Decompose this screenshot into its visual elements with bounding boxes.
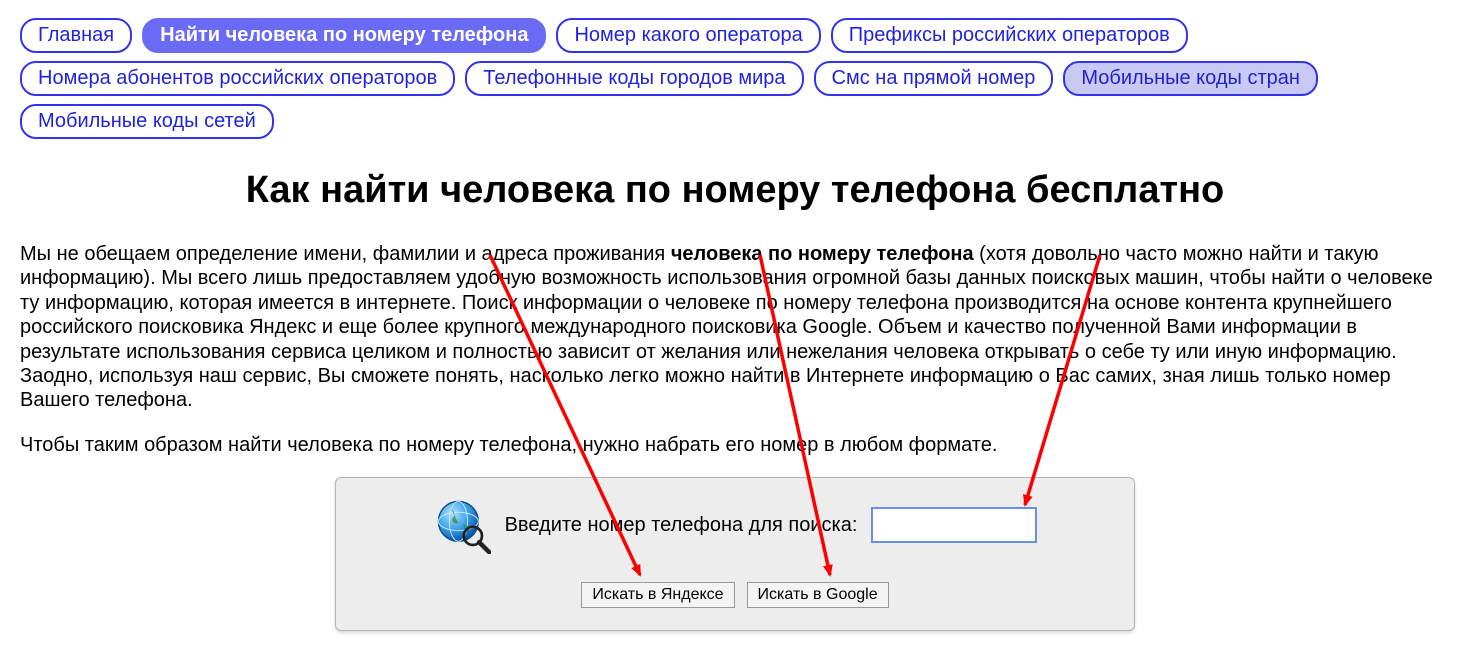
- intro-paragraph: Мы не обещаем определение имени, фамилии…: [20, 242, 1450, 413]
- phone-input[interactable]: [871, 507, 1037, 543]
- nav-home[interactable]: Главная: [20, 18, 132, 53]
- page-title: Как найти человека по номеру телефона бе…: [20, 169, 1450, 212]
- instruction-paragraph: Чтобы таким образом найти человека по но…: [20, 433, 1450, 457]
- intro-pre: Мы не обещаем определение имени, фамилии…: [20, 243, 671, 265]
- search-google-button[interactable]: Искать в Google: [747, 582, 889, 608]
- search-yandex-button[interactable]: Искать в Яндексе: [581, 582, 734, 608]
- nav-network-codes[interactable]: Мобильные коды сетей: [20, 104, 274, 139]
- intro-post: (хотя довольно часто можно найти и такую…: [20, 243, 1433, 411]
- nav-sms-direct[interactable]: Смс на прямой номер: [814, 61, 1054, 96]
- nav-prefixes[interactable]: Префиксы российских операторов: [831, 18, 1188, 53]
- search-buttons-row: Искать в Яндексе Искать в Google: [356, 582, 1114, 608]
- nav-which-operator[interactable]: Номер какого оператора: [556, 18, 820, 53]
- search-row: Введите номер телефона для поиска:: [356, 496, 1114, 554]
- nav-find-by-phone[interactable]: Найти человека по номеру телефона: [142, 18, 546, 53]
- search-label: Введите номер телефона для поиска:: [505, 514, 858, 537]
- intro-bold: человека по номеру телефона: [671, 243, 974, 265]
- search-panel: Введите номер телефона для поиска: Искат…: [335, 477, 1135, 631]
- page-root: Главная Найти человека по номеру телефон…: [0, 0, 1470, 661]
- top-nav: Главная Найти человека по номеру телефон…: [20, 18, 1450, 139]
- nav-city-codes[interactable]: Телефонные коды городов мира: [465, 61, 803, 96]
- nav-country-codes[interactable]: Мобильные коды стран: [1063, 61, 1318, 96]
- nav-subscriber-numbers[interactable]: Номера абонентов российских операторов: [20, 61, 455, 96]
- globe-search-icon: [433, 496, 491, 554]
